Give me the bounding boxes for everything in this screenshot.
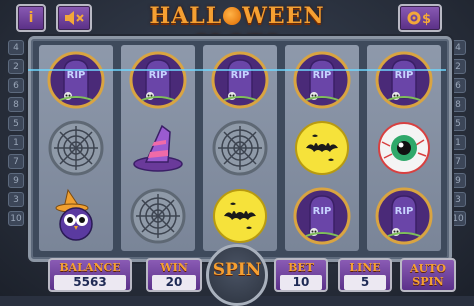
right-line-number[interactable]: 8 [450, 97, 466, 112]
svg-text:RIP: RIP [231, 70, 250, 81]
spider-web-symbol [208, 117, 272, 179]
pumpkin-icon [223, 7, 242, 25]
info-button[interactable]: i [16, 4, 46, 32]
settings-icon: $ [407, 11, 431, 27]
right-line-number[interactable]: 9 [450, 173, 466, 188]
game-title: HALLWEEN SLOTS [149, 3, 325, 57]
spider-web-icon [48, 120, 104, 176]
spider-web-icon [212, 120, 268, 176]
rip-tombstone-icon: RIP [293, 51, 351, 109]
owl-witch-symbol [44, 185, 108, 247]
rip-tombstone-icon: RIP [375, 187, 433, 245]
spider-web-icon [130, 188, 186, 244]
right-line-number[interactable]: 6 [450, 78, 466, 93]
svg-text:RIP: RIP [395, 206, 414, 217]
info-icon: i [28, 10, 34, 26]
right-line-number[interactable]: 4 [450, 40, 466, 55]
rip-tombstone-icon: RIP [47, 51, 105, 109]
svg-text:$: $ [422, 12, 431, 27]
spin-label: SPIN [212, 260, 262, 280]
right-line-number[interactable]: 7 [450, 154, 466, 169]
eyeball-icon [378, 122, 430, 174]
reel-5: RIP RIP [367, 45, 441, 251]
right-line-number[interactable]: 2 [450, 59, 466, 74]
line-button[interactable]: LINE 5 [338, 258, 392, 292]
reel-4: RIP RIP [285, 45, 359, 251]
auto-spin-label-1: AUTO [410, 262, 446, 275]
reel-3: RIP [203, 45, 277, 251]
left-line-number[interactable]: 3 [8, 192, 24, 207]
rip-tombstone-symbol: RIP [290, 185, 354, 247]
left-line-number[interactable]: 6 [8, 78, 24, 93]
balance-label: BALANCE [59, 261, 121, 274]
bet-button[interactable]: BET 10 [274, 258, 328, 292]
win-label: WIN [160, 261, 188, 274]
auto-spin-button[interactable]: AUTO SPIN [400, 258, 456, 292]
left-line-number[interactable]: 1 [8, 135, 24, 150]
rip-tombstone-symbol: RIP [44, 49, 108, 111]
auto-spin-label-2: SPIN [412, 275, 444, 288]
left-line-number[interactable]: 9 [8, 173, 24, 188]
line-numbers-right: 4 2 6 8 5 1 7 9 3 10 [450, 40, 466, 230]
bet-value: 10 [280, 275, 322, 290]
witch-hat-symbol [126, 117, 190, 179]
win-panel: WIN 20 [146, 258, 202, 292]
bat-moon-symbol [208, 185, 272, 247]
bet-label: BET [288, 261, 314, 274]
bat-moon-icon [295, 121, 349, 175]
spider-web-symbol [126, 185, 190, 247]
right-line-number[interactable]: 5 [450, 116, 466, 131]
win-value: 20 [152, 275, 196, 290]
line-value: 5 [344, 275, 386, 290]
rip-tombstone-icon: RIP [211, 51, 269, 109]
rip-tombstone-symbol: RIP [126, 49, 190, 111]
owl-witch-icon [55, 188, 93, 241]
right-line-number[interactable]: 1 [450, 135, 466, 150]
right-line-number[interactable]: 3 [450, 192, 466, 207]
spider-web-symbol [44, 117, 108, 179]
svg-text:RIP: RIP [395, 70, 414, 81]
left-line-number[interactable]: 2 [8, 59, 24, 74]
bat-moon-symbol [290, 117, 354, 179]
rip-tombstone-symbol: RIP [290, 49, 354, 111]
right-line-number[interactable]: 10 [450, 211, 466, 226]
rip-tombstone-icon: RIP [129, 51, 187, 109]
reel-1: RIP [39, 45, 113, 251]
left-line-number[interactable]: 5 [8, 116, 24, 131]
rip-tombstone-icon: RIP [293, 187, 351, 245]
top-bar: i HALLWEEN SLOTS $ [0, 0, 474, 57]
svg-text:RIP: RIP [313, 70, 332, 81]
witch-hat-icon [133, 124, 183, 172]
spin-button[interactable]: SPIN [206, 244, 268, 306]
bat-moon-icon [213, 189, 267, 243]
left-line-number[interactable]: 7 [8, 154, 24, 169]
line-numbers-left: 4 2 6 8 5 1 7 9 3 10 [8, 40, 24, 230]
rip-tombstone-symbol: RIP [372, 49, 436, 111]
rip-tombstone-symbol: RIP [372, 185, 436, 247]
sound-button[interactable] [56, 4, 92, 32]
settings-button[interactable]: $ [398, 4, 442, 32]
rip-tombstone-symbol: RIP [208, 49, 272, 111]
line-label: LINE [349, 261, 381, 274]
reel-2: RIP [121, 45, 195, 251]
balance-value: 5563 [54, 275, 126, 290]
svg-text:RIP: RIP [149, 70, 168, 81]
balance-panel: BALANCE 5563 [48, 258, 132, 292]
left-line-number[interactable]: 4 [8, 40, 24, 55]
payline [28, 69, 446, 71]
speaker-icon [65, 11, 84, 25]
svg-text:RIP: RIP [67, 70, 86, 81]
left-line-number[interactable]: 8 [8, 97, 24, 112]
rip-tombstone-icon: RIP [375, 51, 433, 109]
left-line-number[interactable]: 10 [8, 211, 24, 226]
svg-text:RIP: RIP [313, 206, 332, 217]
eyeball-symbol [372, 117, 436, 179]
